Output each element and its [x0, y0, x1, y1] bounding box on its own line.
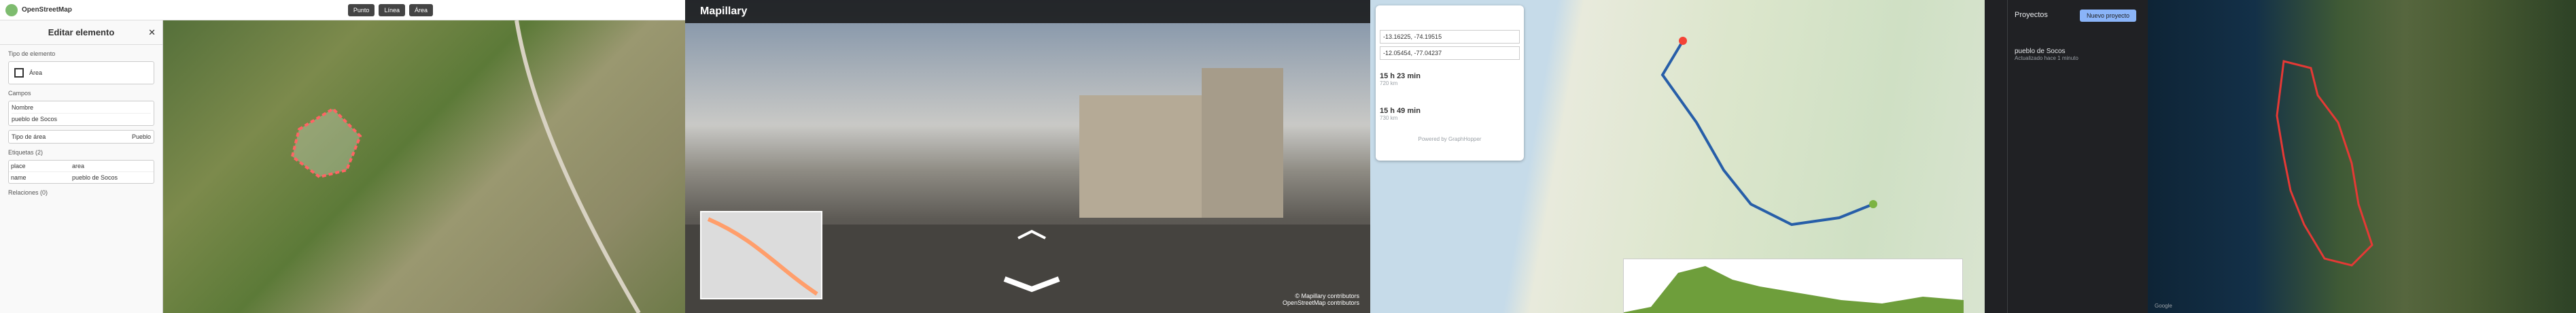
route-option[interactable]: 15 h 23 min 720 km [1380, 72, 1520, 86]
mapillary-toolbar: Mapillary [685, 0, 1370, 23]
type-label: Tipo de área [12, 133, 46, 140]
fields-heading[interactable]: Campos [0, 84, 162, 97]
tag-value[interactable]: area [72, 163, 84, 169]
minimap[interactable] [700, 211, 822, 299]
boundary-outline[interactable] [2276, 60, 2373, 267]
osm-logo-icon [5, 3, 18, 16]
tags-heading[interactable]: Etiquetas (2) [0, 144, 162, 156]
name-value[interactable]: pueblo de Socos [12, 113, 151, 122]
mapillary-logo[interactable]: Mapillary [700, 5, 747, 18]
close-icon[interactable]: ✕ [148, 27, 156, 38]
feature-type-heading[interactable]: Tipo de elemento [0, 45, 162, 57]
name-field[interactable]: Nombre pueblo de Socos [8, 101, 154, 126]
satellite-map[interactable] [163, 20, 685, 313]
tag-row: name pueblo de Socos [9, 172, 154, 183]
editor-title: Editar elemento [48, 27, 115, 37]
elevation-area [1624, 266, 1964, 313]
relations-heading[interactable]: Relaciones (0) [0, 184, 162, 196]
tag-key[interactable]: name [11, 174, 72, 181]
feature-editor-sidebar: Editar elemento ✕ Tipo de elemento Área … [0, 20, 163, 313]
mapillary-panel: Mapillary © Mapillary contributors OpenS… [685, 0, 1370, 313]
selected-area-outline[interactable] [290, 107, 362, 179]
add-area-button[interactable]: Área [408, 3, 433, 16]
id-editor-panel: OpenStreetMap Punto Línea Área Editar el… [0, 0, 685, 313]
route-distance: 720 km [1380, 80, 1398, 86]
tag-value[interactable]: pueblo de Socos [72, 174, 118, 181]
project-subtitle: Actualizado hace 1 minuto [2015, 55, 2078, 61]
credit-line: © Mapillary contributors [1295, 293, 1359, 299]
google-earth-panel: Proyectos Nuevo proyecto pueblo de Socos… [1985, 0, 2576, 313]
editor-header: Editar elemento ✕ [0, 20, 162, 45]
preset-selector[interactable]: Área [8, 61, 154, 84]
attribution: © Mapillary contributors OpenStreetMap c… [1283, 293, 1359, 306]
route-time: 15 h 23 min [1380, 72, 1421, 80]
route-line [1660, 39, 1874, 227]
route-time: 15 h 49 min [1380, 107, 1421, 115]
project-name: pueblo de Socos [2015, 48, 2066, 55]
boundary-overlay [2276, 60, 2373, 267]
elevation-profile[interactable] [1623, 259, 1964, 313]
name-label: Nombre [12, 104, 34, 111]
route-distance: 730 km [1380, 115, 1398, 121]
road-line [515, 20, 641, 313]
credit-line: OpenStreetMap contributors [1282, 299, 1359, 306]
screenshot-row: OpenStreetMap Punto Línea Área Editar el… [0, 0, 2576, 313]
to-input[interactable]: -12.05454, -77.04237 [1380, 46, 1520, 60]
minimap-roads [707, 217, 818, 296]
map-overlay [290, 20, 641, 313]
new-project-button[interactable]: Nuevo proyecto [2080, 10, 2137, 22]
tag-key[interactable]: place [11, 163, 72, 169]
type-value[interactable]: Pueblo [132, 133, 151, 140]
from-input[interactable]: -13.16225, -74.19515 [1380, 30, 1520, 44]
building-block [1202, 68, 1283, 218]
google-footer: Google [2155, 303, 2172, 309]
preset-name: Área [29, 69, 43, 76]
powered-by[interactable]: Powered by GraphHopper [1380, 136, 1520, 142]
tag-editor: place area name pueblo de Socos [8, 160, 154, 184]
id-top-bar: OpenStreetMap Punto Línea Área [0, 0, 685, 20]
tag-row: place area [9, 161, 154, 172]
projects-title: Proyectos [2015, 11, 2048, 19]
add-line-button[interactable]: Línea [379, 3, 405, 16]
project-item[interactable]: pueblo de Socos Actualizado hace 1 minut… [2015, 48, 2144, 61]
route-line [707, 217, 818, 296]
earth-map[interactable]: Google [2148, 0, 2576, 313]
start-marker[interactable] [1679, 37, 1687, 45]
type-field[interactable]: Tipo de área Pueblo [8, 130, 154, 144]
end-marker[interactable] [1869, 200, 1877, 208]
route-card: -13.16225, -74.19515 -12.05454, -77.0423… [1376, 5, 1524, 161]
graphhopper-panel: -13.16225, -74.19515 -12.05454, -77.0423… [1370, 0, 1985, 313]
projects-sidebar: Proyectos Nuevo proyecto pueblo de Socos… [1985, 0, 2148, 313]
route-option[interactable]: 15 h 49 min 730 km [1380, 107, 1520, 121]
nav-rail [1985, 0, 2008, 313]
add-point-button[interactable]: Punto [347, 3, 375, 16]
elevation-chart [1624, 266, 1964, 313]
area-icon [14, 68, 24, 78]
app-title[interactable]: OpenStreetMap [22, 6, 72, 14]
